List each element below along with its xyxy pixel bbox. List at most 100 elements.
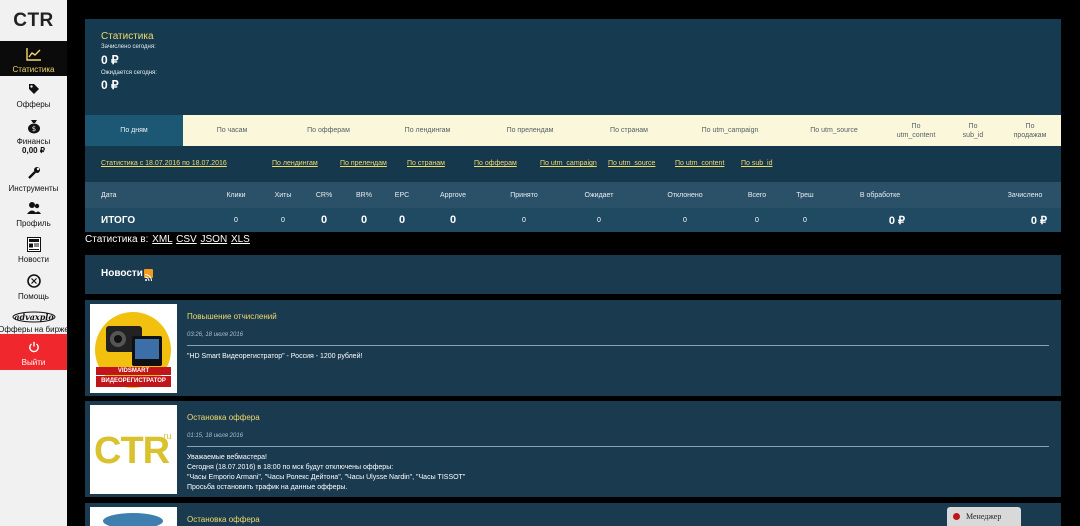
svg-text:$: $ <box>31 125 35 133</box>
col-total[interactable]: Всего <box>745 182 769 208</box>
col-approve[interactable]: Approve <box>437 182 469 208</box>
manager-chat-button[interactable]: Менеджер <box>947 507 1021 526</box>
image-brand: VIDSMART <box>117 368 150 374</box>
sidebar-item-label: Финансы <box>16 137 51 146</box>
balance-value: 0,00 ₽ <box>22 146 45 155</box>
tab-by-hours[interactable]: По часам <box>183 115 281 146</box>
col-credited[interactable]: Зачислено <box>1003 182 1047 208</box>
sidebar-item-label: Офферы <box>16 100 51 109</box>
col-processing[interactable]: В обработке <box>855 182 905 208</box>
col-date[interactable]: Дата <box>101 182 117 208</box>
tab-by-offers[interactable]: По офферам <box>281 115 376 146</box>
sidebar-item-label: Новости <box>18 255 49 264</box>
filter-link-utm-campaign[interactable]: По utm_campaign <box>540 160 597 167</box>
sidebar-item-label: Офферы на бирже <box>0 325 69 334</box>
sidebar-item-statistics[interactable]: Статистика <box>0 41 67 76</box>
sidebar-item-offers[interactable]: Офферы <box>0 76 67 113</box>
news-image-dashcam: VIDSMART ВИДЕОРЕГИСТРАТОР <box>90 304 177 393</box>
tab-by-days[interactable]: По дням <box>85 115 183 146</box>
tab-by-countries[interactable]: По странам <box>581 115 677 146</box>
news-body-line: Просьба остановить трафик на данные оффе… <box>187 484 348 491</box>
news-item: CTR .ru Остановка оффера 01:15, 18 июля … <box>85 401 1061 497</box>
tab-by-utm-content[interactable]: По utm_content <box>885 115 947 146</box>
divider <box>187 345 1049 346</box>
news-item-title[interactable]: Остановка оффера <box>187 515 260 524</box>
sidebar-item-news[interactable]: Новости <box>0 231 67 268</box>
filter-link-utm-source[interactable]: По utm_source <box>608 160 655 167</box>
total-approve: 0 <box>449 214 457 226</box>
logo[interactable]: CTR <box>0 0 67 41</box>
stats-tabs: По дням По часам По офферам По лендингам… <box>85 115 1061 146</box>
news-item-title[interactable]: Повышение отчислений <box>187 312 277 321</box>
news-body-line: "HD Smart Видеорегистратор" - Россия - 1… <box>187 353 363 360</box>
tab-by-sub-id[interactable]: По sub_id <box>947 115 999 146</box>
expected-today-label: Ожидается сегодня: <box>101 70 157 76</box>
sidebar-item-logout[interactable]: Выйти <box>0 334 67 370</box>
user-icon <box>26 200 41 216</box>
export-xml-link[interactable]: XML <box>152 234 172 245</box>
sidebar-item-profile[interactable]: Профиль <box>0 195 67 231</box>
stats-table-header: Дата Клики Хиты CR% BR% EPC Approve Прин… <box>85 182 1061 208</box>
news-item-body: Уважаемые вебмастера! Сегодня (18.07.201… <box>187 453 465 493</box>
tab-by-utm-campaign[interactable]: По utm_campaign <box>677 115 783 146</box>
total-accepted: 0 <box>522 216 526 224</box>
filter-link-sub-id[interactable]: По sub_id <box>741 160 773 167</box>
col-cr[interactable]: CR% <box>313 182 335 208</box>
period-link[interactable]: Статистика с 18.07.2016 по 18.07.2016 <box>101 160 227 167</box>
filter-link-prelandings[interactable]: По прелендам <box>340 160 387 167</box>
manager-label: Менеджер <box>966 512 1002 521</box>
tag-icon <box>27 81 41 97</box>
tab-by-sales[interactable]: По продажам <box>999 115 1061 146</box>
credited-today-label: Зачислено сегодня: <box>101 44 156 50</box>
credited-today-value: 0 ₽ <box>101 53 119 67</box>
col-trash[interactable]: Треш <box>793 182 817 208</box>
divider <box>187 446 1049 447</box>
sidebar-item-tools[interactable]: Инструменты <box>0 160 67 195</box>
tab-by-landings[interactable]: По лендингам <box>376 115 479 146</box>
filter-link-landings[interactable]: По лендингам <box>272 160 318 167</box>
news-header: Новости <box>85 255 1061 294</box>
col-epc[interactable]: EPC <box>391 182 413 208</box>
status-dot-icon <box>953 513 960 520</box>
rss-icon[interactable] <box>144 269 153 282</box>
export-label: Статистика в: <box>85 234 149 245</box>
col-pending[interactable]: Ожидает <box>583 182 615 208</box>
filter-link-countries[interactable]: По странам <box>407 160 445 167</box>
export-links: Статистика в: XML CSV JSON XLS <box>85 234 250 245</box>
money-bag-icon: $ <box>27 118 41 134</box>
col-clicks[interactable]: Клики <box>225 182 247 208</box>
news-item: VIDSMART ВИДЕОРЕГИСТРАТОР Повышение отчи… <box>85 300 1061 396</box>
export-csv-link[interactable]: CSV <box>176 234 197 245</box>
total-clicks: 0 <box>234 216 238 224</box>
sidebar-item-help[interactable]: Помощь <box>0 268 67 304</box>
help-icon <box>26 273 41 289</box>
news-image-ctr-logo: CTR .ru <box>90 405 177 494</box>
total-processing: 0 ₽ <box>888 214 905 227</box>
col-accepted[interactable]: Принято <box>508 182 540 208</box>
export-json-link[interactable]: JSON <box>201 234 228 245</box>
total-hits: 0 <box>281 216 285 224</box>
tab-by-prelandings[interactable]: По прелендам <box>479 115 581 146</box>
sidebar-item-label: Помощь <box>18 292 49 301</box>
export-xls-link[interactable]: XLS <box>231 234 250 245</box>
filter-link-utm-content[interactable]: По utm_content <box>675 160 724 167</box>
app: CTR Статистика Офферы $ Финансы 0,00 ₽ И <box>0 0 1080 526</box>
news-item-title[interactable]: Остановка оффера <box>187 413 260 422</box>
sidebar-item-label: Выйти <box>21 358 46 367</box>
col-br[interactable]: BR% <box>353 182 375 208</box>
news-body-line: Уважаемые вебмастера! <box>187 454 268 461</box>
total-br: 0 <box>360 214 368 226</box>
wrench-icon <box>27 165 41 181</box>
filter-link-offers[interactable]: По офферам <box>474 160 517 167</box>
sidebar-item-label: Профиль <box>16 219 51 228</box>
power-icon <box>28 339 40 355</box>
sidebar-item-finance[interactable]: $ Финансы 0,00 ₽ <box>0 113 67 160</box>
news-item-date: 01:15, 18 июля 2016 <box>187 433 244 439</box>
sidebar-item-exchange-offers[interactable]: advaxplo Офферы на бирже <box>0 304 69 334</box>
stats-total-row: ИТОГО 0 0 0 0 0 0 0 0 0 0 0 0 ₽ 0 ₽ <box>85 208 1061 232</box>
col-rejected[interactable]: Отклонено <box>665 182 705 208</box>
tab-by-utm-source[interactable]: По utm_source <box>783 115 885 146</box>
total-epc: 0 <box>398 214 406 226</box>
col-hits[interactable]: Хиты <box>272 182 294 208</box>
stats-title: Статистика <box>101 31 154 42</box>
